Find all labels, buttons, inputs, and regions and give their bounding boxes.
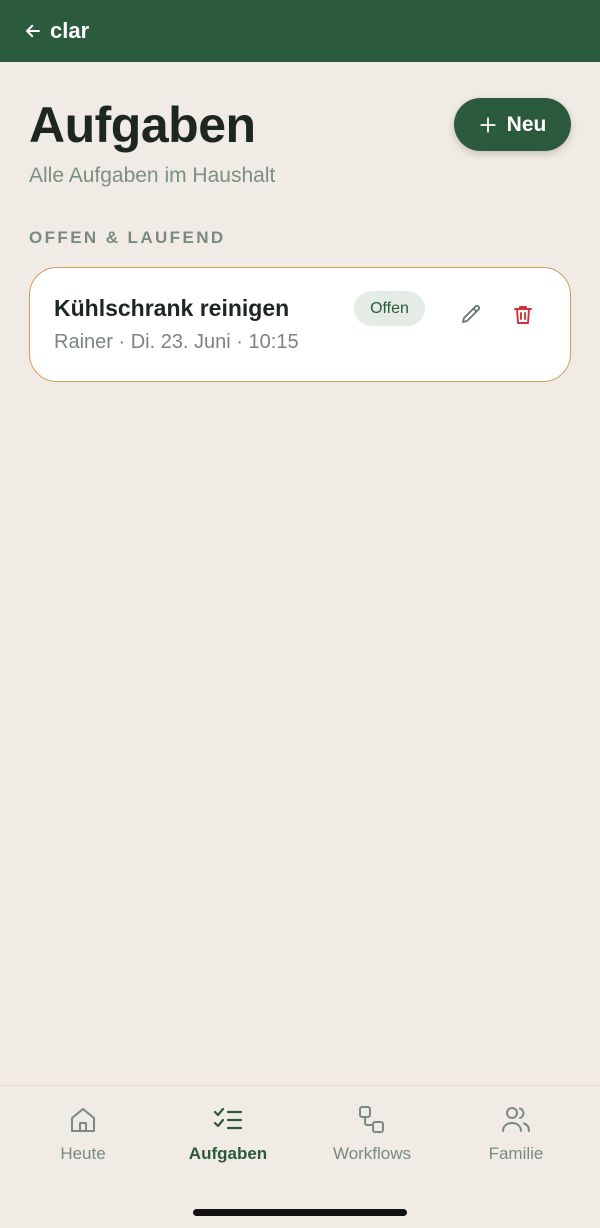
nav-label-aufgaben: Aufgaben [188, 1144, 268, 1163]
pencil-icon [462, 305, 480, 323]
nav-label-workflows: Workflows [332, 1144, 412, 1163]
edit-button[interactable] [453, 297, 489, 333]
workflow-icon [359, 1106, 384, 1133]
nav-item-workflows[interactable]: Workflows [302, 1104, 442, 1174]
family-icon [502, 1107, 530, 1132]
top-bar: clar [0, 0, 600, 62]
status-badge: Offen [354, 291, 425, 326]
task-card[interactable]: Kühlschrank reinigen Rainer · Di. 23. Ju… [29, 267, 571, 382]
nav-item-aufgaben[interactable]: Aufgaben [158, 1104, 298, 1174]
new-task-button[interactable]: Neu [454, 98, 571, 151]
trash-icon [514, 306, 532, 324]
plus-icon [480, 116, 496, 133]
task-title: Kühlschrank reinigen [54, 295, 290, 321]
task-meta: Rainer · Di. 23. Juni · 10:15 [54, 331, 299, 353]
nav-label-familie: Familie [488, 1144, 544, 1163]
home-indicator [193, 1209, 407, 1216]
bottom-navigation: Heute Aufgaben Workflows Familie [0, 1085, 600, 1228]
back-label: clar [50, 18, 90, 43]
page-subtitle: Alle Aufgaben im Haushalt [29, 164, 276, 187]
checklist-icon [213, 1107, 243, 1130]
back-button[interactable]: clar [24, 18, 89, 44]
page-title: Aufgaben [29, 97, 256, 153]
delete-button[interactable] [505, 297, 541, 333]
nav-item-familie[interactable]: Familie [446, 1104, 586, 1174]
home-icon [71, 1108, 95, 1132]
new-button-label: Neu [506, 112, 547, 136]
section-label: OFFEN & LAUFEND [29, 228, 226, 247]
arrow-left-icon [26, 24, 40, 38]
nav-item-heute[interactable]: Heute [13, 1104, 153, 1174]
nav-label-heute: Heute [60, 1144, 106, 1163]
